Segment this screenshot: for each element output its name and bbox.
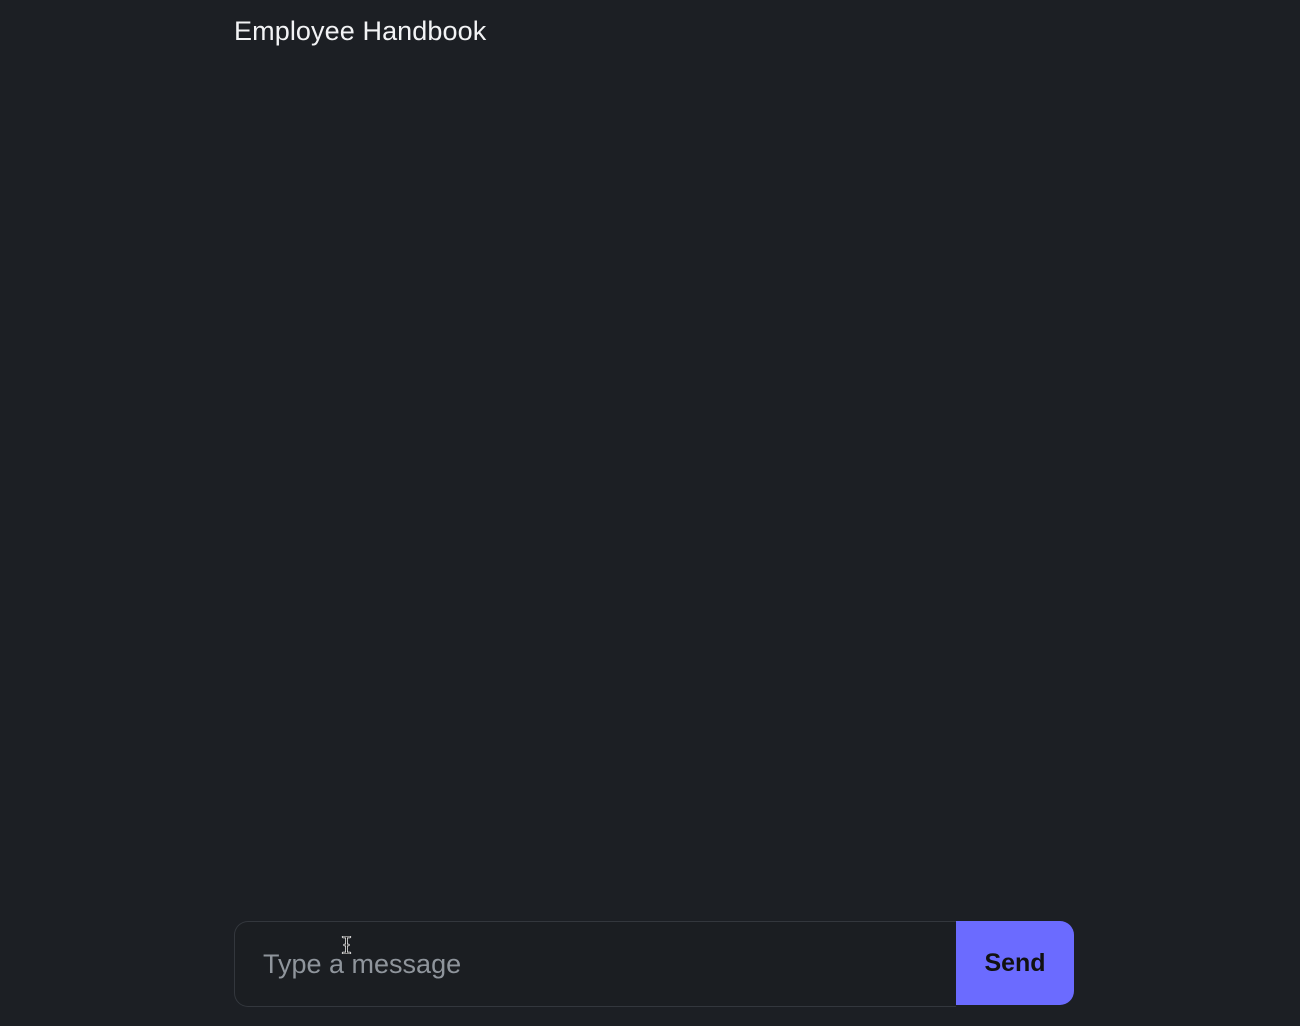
message-composer: Send: [234, 921, 1074, 1007]
message-input[interactable]: [234, 921, 956, 1007]
message-list: [234, 70, 1074, 910]
chat-app: Employee Handbook Send: [0, 0, 1300, 1026]
page-title: Employee Handbook: [234, 16, 487, 46]
send-button[interactable]: Send: [956, 921, 1074, 1005]
